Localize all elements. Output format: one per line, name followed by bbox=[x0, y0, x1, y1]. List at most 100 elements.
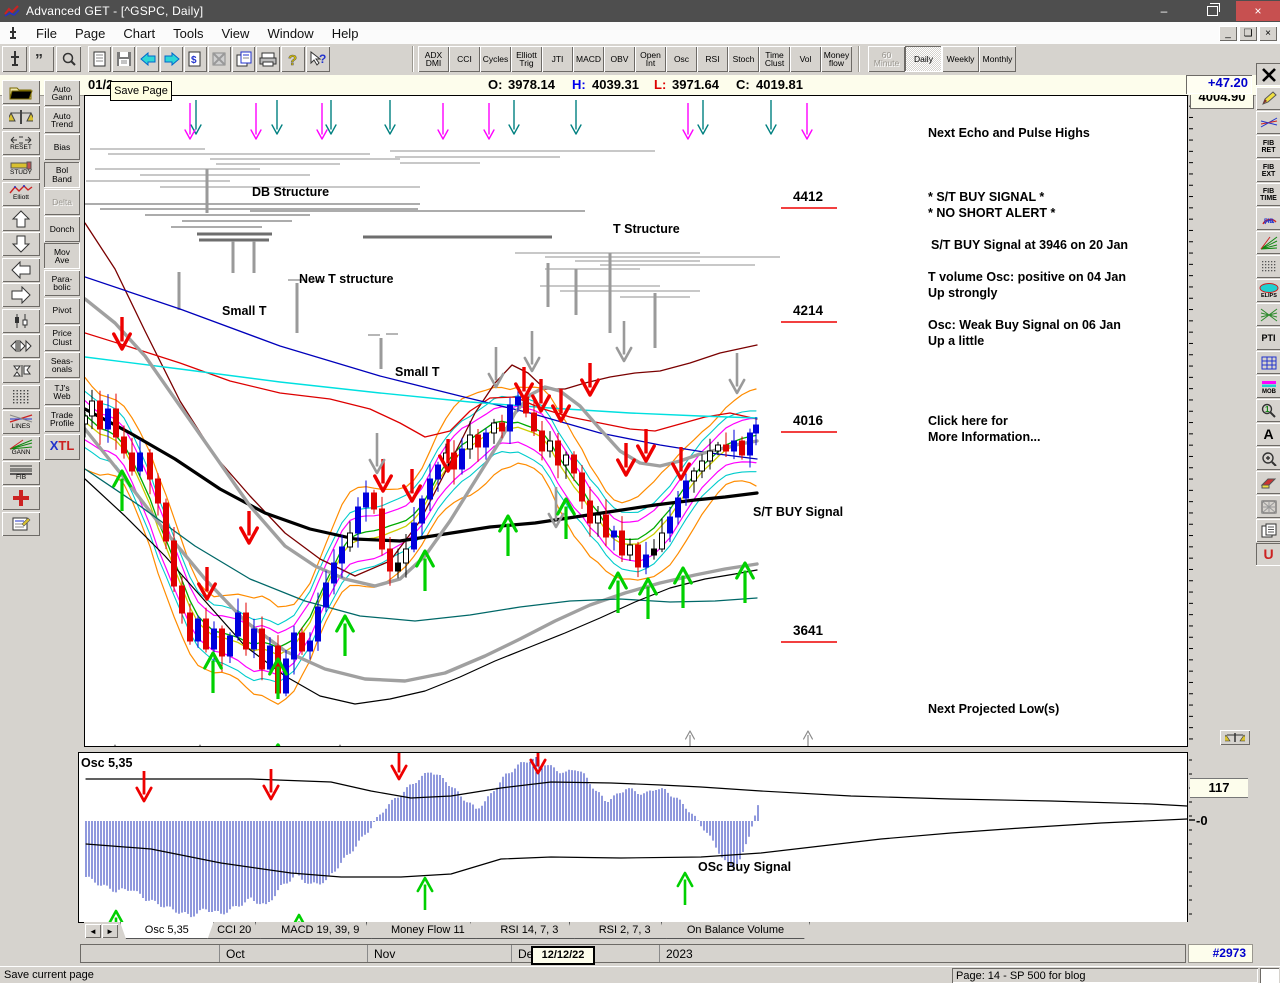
tab-scroll-left[interactable]: ◄ bbox=[85, 924, 101, 938]
magnet-snap-button[interactable]: U bbox=[1256, 543, 1280, 566]
pages-tool-button[interactable] bbox=[1256, 519, 1280, 542]
tab-macd-19-39-9[interactable]: MACD 19, 39, 9 bbox=[255, 922, 386, 939]
grid-tool-button[interactable] bbox=[1256, 255, 1280, 278]
gann-button[interactable]: GANN bbox=[2, 436, 40, 460]
indicator-button-cycles[interactable]: Cycles bbox=[480, 46, 511, 72]
study-button-donch[interactable]: Donch bbox=[44, 216, 80, 242]
study-button-auto[interactable]: Auto Trend bbox=[44, 107, 80, 133]
indicator-button-obv[interactable]: OBV bbox=[604, 46, 635, 72]
study-button-seas[interactable]: Seas- onals bbox=[44, 352, 80, 378]
oscillator-chart[interactable]: Osc 5,35OSc Buy Signal bbox=[79, 753, 1187, 922]
close-button[interactable]: × bbox=[1236, 1, 1280, 21]
indicator-button-elliott[interactable]: Elliott Trig bbox=[511, 46, 542, 72]
minimize-button[interactable]: – bbox=[1140, 1, 1188, 21]
indicator-button-vol[interactable]: Vol bbox=[790, 46, 821, 72]
indicator-button-cci[interactable]: CCI bbox=[449, 46, 480, 72]
next-page-button[interactable] bbox=[160, 46, 183, 72]
new-page-button[interactable] bbox=[88, 46, 111, 72]
find-bar-button[interactable]: 1 bbox=[1256, 399, 1280, 422]
properties-icon[interactable] bbox=[2, 512, 40, 536]
trendlines-tool-button[interactable] bbox=[1256, 111, 1280, 134]
elliott-button[interactable]: Elliott bbox=[2, 182, 40, 206]
study-button-auto[interactable]: Auto Gann bbox=[44, 80, 80, 106]
timeframe-button-weekly[interactable]: Weekly bbox=[942, 46, 979, 72]
study-button-tjs[interactable]: TJ's Web bbox=[44, 379, 80, 405]
timeframe-button-monthly[interactable]: Monthly bbox=[979, 46, 1016, 72]
blue-grid-button[interactable] bbox=[1256, 351, 1280, 374]
menu-item-help[interactable]: Help bbox=[323, 24, 368, 43]
study-button-mov[interactable]: Mov Ave bbox=[44, 243, 80, 269]
indicator-button-money[interactable]: Money flow bbox=[821, 46, 852, 72]
fib-time-button[interactable]: FIB TIME bbox=[1256, 183, 1280, 206]
split-icon[interactable] bbox=[2, 359, 40, 383]
search-button[interactable] bbox=[56, 46, 81, 72]
mob-button[interactable]: MOB bbox=[1256, 375, 1280, 398]
indicator-button-macd[interactable]: MACD bbox=[573, 46, 604, 72]
menu-item-tools[interactable]: Tools bbox=[164, 24, 212, 43]
indicator-button-jti[interactable]: JTI bbox=[542, 46, 573, 72]
study-button-bol[interactable]: Bol Band bbox=[44, 162, 80, 188]
zoom-in-button[interactable] bbox=[1256, 447, 1280, 470]
fib-extension-button[interactable]: FIB EXT bbox=[1256, 159, 1280, 182]
boxed-date[interactable]: 12/12/22 bbox=[531, 946, 595, 965]
study-button[interactable]: STUDY bbox=[2, 156, 40, 180]
fib-retrace-button[interactable]: FIB RET bbox=[1256, 135, 1280, 158]
menu-item-view[interactable]: View bbox=[212, 24, 258, 43]
arrow-right-icon[interactable] bbox=[2, 283, 40, 307]
save-page-button[interactable] bbox=[112, 46, 135, 72]
menu-item-window[interactable]: Window bbox=[258, 24, 322, 43]
open-folder-icon[interactable] bbox=[2, 80, 40, 104]
timeframe-button-daily[interactable]: Daily bbox=[905, 46, 942, 72]
indicator-button-open[interactable]: Open Int bbox=[635, 46, 666, 72]
study-button-bias[interactable]: Bias bbox=[44, 134, 80, 160]
crosshair-icon[interactable] bbox=[2, 486, 40, 510]
indicator-button-rsi[interactable]: RSI bbox=[697, 46, 728, 72]
bar-shift-icon[interactable] bbox=[2, 309, 40, 333]
chart-dollar-button[interactable]: $ bbox=[184, 46, 207, 72]
fib-arc-button[interactable]: FIB bbox=[1256, 207, 1280, 230]
indicator-button-adx[interactable]: ADX DMI bbox=[418, 46, 449, 72]
timeframe-button-60[interactable]: 60 Minute bbox=[868, 46, 905, 72]
menu-item-page[interactable]: Page bbox=[66, 24, 114, 43]
scales-mini-button[interactable] bbox=[1220, 730, 1250, 745]
restore-button[interactable] bbox=[1188, 1, 1236, 21]
menu-item-chart[interactable]: Chart bbox=[114, 24, 164, 43]
fan-tool-button[interactable] bbox=[1256, 231, 1280, 254]
scales-icon[interactable] bbox=[2, 105, 40, 129]
chart-tile-button[interactable] bbox=[232, 46, 255, 72]
study-button-xtl[interactable]: XTL bbox=[44, 434, 80, 460]
indicator-button-stoch[interactable]: Stoch bbox=[728, 46, 759, 72]
pti-button[interactable]: PTI bbox=[1256, 327, 1280, 350]
pin-button[interactable] bbox=[2, 46, 27, 72]
eraser-tool-button[interactable] bbox=[1256, 471, 1280, 494]
menu-item-file[interactable]: File bbox=[27, 24, 66, 43]
study-button-pivot[interactable]: Pivot bbox=[44, 298, 80, 324]
study-button-price[interactable]: Price Clust bbox=[44, 325, 80, 351]
text-tool-button[interactable]: A bbox=[1256, 423, 1280, 446]
child-minimize-button[interactable]: _ bbox=[1219, 26, 1237, 41]
grid-icon[interactable] bbox=[2, 385, 40, 409]
pencil-tool-button[interactable] bbox=[1256, 87, 1280, 110]
tab-osc-5-35[interactable]: Osc 5,35 bbox=[120, 922, 214, 939]
chart-close-button[interactable] bbox=[208, 46, 231, 72]
delete-tool-button[interactable] bbox=[1256, 63, 1280, 86]
prev-page-button[interactable] bbox=[136, 46, 159, 72]
arrow-up-icon[interactable] bbox=[2, 207, 40, 231]
compare-icon[interactable] bbox=[2, 334, 40, 358]
study-button-trade[interactable]: Trade Profile bbox=[44, 406, 80, 432]
tab-scroll-right[interactable]: ► bbox=[102, 924, 118, 938]
lines-button[interactable]: LINES bbox=[2, 410, 40, 434]
child-close-button[interactable]: × bbox=[1259, 26, 1277, 41]
indicator-button-osc[interactable]: Osc bbox=[666, 46, 697, 72]
print-button[interactable] bbox=[256, 46, 280, 72]
quotes-button[interactable]: ” bbox=[29, 46, 54, 72]
context-help-button[interactable]: ? bbox=[306, 46, 330, 72]
child-restore-button[interactable]: ❏ bbox=[1239, 26, 1257, 41]
study-button-delta[interactable]: Delta bbox=[44, 189, 80, 215]
main-chart[interactable]: 4412421440163641DB StructureT StructureN… bbox=[85, 96, 1187, 746]
arrow-left-icon[interactable] bbox=[2, 258, 40, 282]
study-button-para[interactable]: Para- bolic bbox=[44, 270, 80, 296]
indicator-button-time[interactable]: Time Clust bbox=[759, 46, 790, 72]
mdi-child-icon[interactable] bbox=[5, 26, 21, 40]
fib-button[interactable]: FIB bbox=[2, 461, 40, 485]
